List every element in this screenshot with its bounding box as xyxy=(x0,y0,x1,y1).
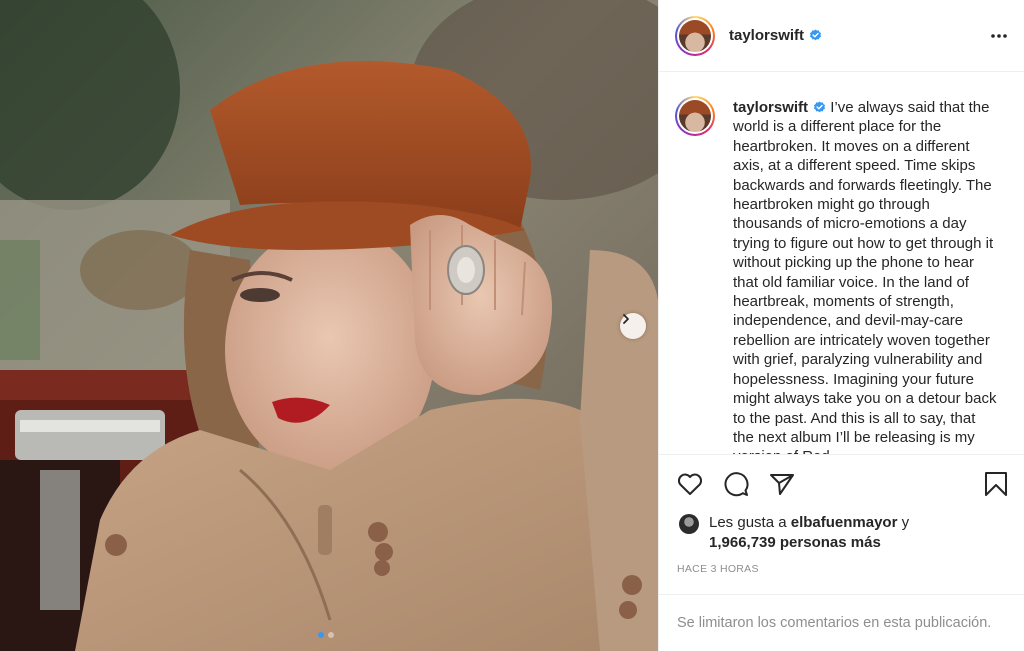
slide-dot-2 xyxy=(328,632,334,638)
author-username[interactable]: taylorswift xyxy=(729,27,804,44)
likes-summary: Les gusta a elbafuenmayor y 1,966,739 pe… xyxy=(659,513,1024,553)
caption-username[interactable]: taylorswift xyxy=(733,99,808,116)
instagram-post: taylorswift taylorswift I’ve always said… xyxy=(0,0,1024,651)
heart-icon[interactable] xyxy=(677,472,703,496)
post-media[interactable] xyxy=(0,0,658,651)
comment-bubble-icon[interactable] xyxy=(723,471,749,497)
liker-username[interactable]: elbafuenmayor xyxy=(791,514,898,531)
caption-text: I’ve always said that the world is a dif… xyxy=(733,99,997,454)
caption-avatar[interactable] xyxy=(675,96,715,136)
post-timestamp[interactable]: HACE 3 HORAS xyxy=(659,553,1024,579)
slide-indicator xyxy=(318,632,334,638)
post-actions xyxy=(659,455,1024,513)
post-photo xyxy=(0,0,658,651)
verified-badge-icon xyxy=(813,101,826,114)
verified-badge-icon xyxy=(809,29,822,42)
next-slide-button[interactable] xyxy=(620,313,646,339)
likes-text: Les gusta a elbafuenmayor y 1,966,739 pe… xyxy=(709,513,909,553)
comments-limited-notice: Se limitaron los comentarios en esta pub… xyxy=(659,594,1024,651)
caption-section: taylorswift I’ve always said that the wo… xyxy=(659,72,1024,455)
bookmark-icon[interactable] xyxy=(984,471,1008,497)
likes-joiner: y xyxy=(901,514,910,531)
post-caption: taylorswift I’ve always said that the wo… xyxy=(733,98,999,454)
liker-avatar[interactable] xyxy=(679,514,699,534)
post-header: taylorswift xyxy=(659,0,1024,72)
chevron-right-icon xyxy=(623,314,629,324)
more-options-icon[interactable] xyxy=(990,33,1008,39)
paper-plane-icon[interactable] xyxy=(769,472,795,496)
likes-prefix: Les gusta a xyxy=(709,514,787,531)
author-avatar[interactable] xyxy=(675,15,715,56)
slide-dot-1 xyxy=(318,632,324,638)
post-side-panel: taylorswift taylorswift I’ve always said… xyxy=(658,0,1024,651)
likes-count-link[interactable]: 1,966,739 personas más xyxy=(709,534,881,551)
